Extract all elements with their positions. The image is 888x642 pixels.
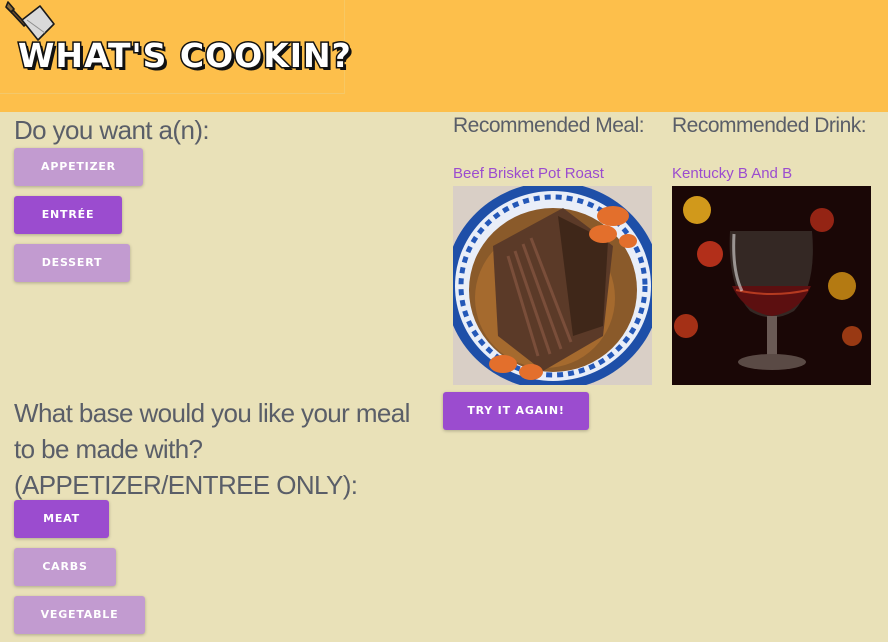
pot-roast-illustration — [453, 186, 652, 385]
meal-name-link[interactable]: Beef Brisket Pot Roast — [453, 165, 604, 182]
logo[interactable]: WHAT'S COOKIN? — [0, 0, 352, 94]
site-header: WHAT'S COOKIN? — [0, 0, 888, 112]
carbs-button[interactable]: CARBS — [14, 548, 116, 586]
recommended-meal-heading: Recommended Meal: — [453, 114, 645, 137]
drink-image[interactable] — [672, 186, 871, 385]
course-question: Do you want a(n): — [14, 115, 210, 145]
meat-button[interactable]: MEAT — [14, 500, 109, 538]
meal-image[interactable] — [453, 186, 652, 385]
appetizer-button[interactable]: APPETIZER — [14, 148, 143, 186]
dessert-button[interactable]: DESSERT — [14, 244, 130, 282]
recommended-drink-heading: Recommended Drink: — [672, 114, 867, 137]
base-question-line-1: What base would you like your meal — [14, 398, 410, 428]
base-question-line-3: (APPETIZER/ENTREE ONLY): — [14, 470, 358, 500]
base-question-line-2: to be made with? — [14, 434, 203, 464]
entree-button[interactable]: ENTRÉE — [14, 196, 122, 234]
base-question: What base would you like your meal to be… — [14, 395, 410, 503]
try-again-button[interactable]: TRY IT AGAIN! — [443, 392, 589, 430]
vegetable-button[interactable]: VEGETABLE — [14, 596, 145, 634]
drink-name-link[interactable]: Kentucky B And B — [672, 165, 792, 182]
brandy-glass-illustration — [672, 186, 871, 385]
logo-text: WHAT'S COOKIN? — [17, 35, 353, 77]
